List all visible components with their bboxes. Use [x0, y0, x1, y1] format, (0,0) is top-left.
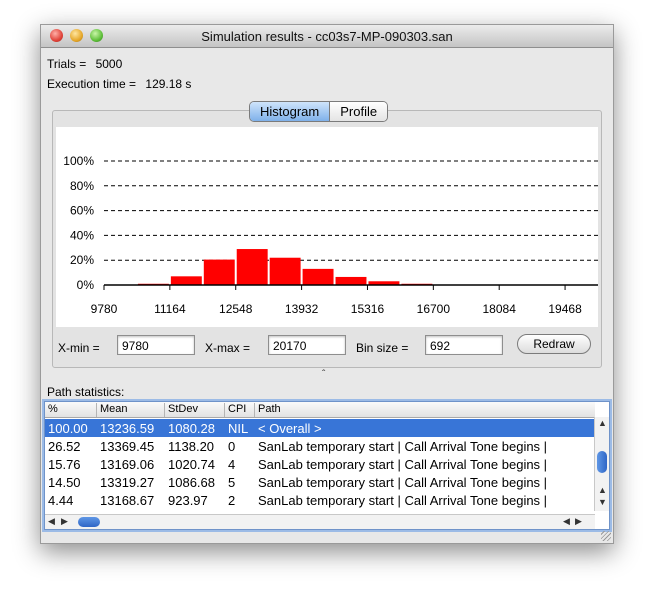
y-tick-label: 0% [77, 278, 95, 292]
cell-stdev: 923.97 [168, 493, 208, 508]
cell-mean: 13168.67 [100, 493, 155, 508]
cell-percent: 26.52 [48, 439, 81, 454]
scroll-left-icon[interactable]: ◀ [563, 516, 570, 527]
bin-size-field[interactable]: 692 [425, 335, 503, 355]
cell-cpi: 2 [228, 493, 236, 508]
cell-path: SanLab temporary start | Call Arrival To… [258, 439, 548, 454]
cell-path: SanLab temporary start | Call Arrival To… [258, 457, 548, 472]
tab-profile[interactable]: Profile [330, 102, 388, 121]
y-tick-label: 60% [70, 204, 94, 218]
cell-path: SanLab temporary start | Call Arrival To… [258, 475, 548, 490]
xmax-field[interactable]: 20170 [268, 335, 346, 355]
cell-stdev: 1086.68 [168, 475, 215, 490]
column-header-path[interactable]: Path [255, 403, 595, 417]
cell-cpi: 4 [228, 457, 236, 472]
tab-histogram[interactable]: Histogram [250, 102, 331, 121]
split-handle-icon[interactable]: ˆ [322, 369, 325, 380]
histogram-bar [203, 259, 235, 285]
window-title: Simulation results - cc03s7-MP-090303.sa… [201, 29, 453, 44]
scroll-up-icon[interactable]: ▲ [598, 485, 607, 495]
simulation-results-window: Simulation results - cc03s7-MP-090303.sa… [40, 24, 614, 544]
cell-percent: 100.00 [48, 421, 88, 436]
table-row[interactable]: 4.44 13168.67 923.97 2 SanLab temporary … [45, 491, 595, 509]
table-row[interactable]: 26.52 13369.45 1138.20 0 SanLab temporar… [45, 437, 595, 455]
table-row[interactable]: 100.00 13236.59 1080.28 NIL < Overall > [45, 419, 595, 437]
cell-stdev: 1138.20 [168, 439, 215, 454]
y-tick-label: 80% [70, 179, 94, 193]
cell-cpi: NIL [228, 421, 249, 436]
execution-time-line: Execution time = 129.18 s [47, 77, 191, 91]
x-tick-label: 18084 [483, 302, 517, 316]
scroll-down-icon[interactable]: ▼ [598, 497, 607, 507]
execution-time-label: Execution time = [47, 77, 137, 91]
cell-cpi: 0 [228, 439, 236, 454]
column-header-percent[interactable]: % [45, 403, 97, 417]
chart-panel: 0% 20% 40% 60% 80% 100% 9780 11164 12548 13932 153… [52, 110, 602, 368]
xmax-label: X-max = [205, 341, 251, 355]
column-header-stdev[interactable]: StDev [165, 403, 225, 417]
cell-percent: 15.76 [48, 457, 81, 472]
scroll-left-icon[interactable]: ◀ [48, 516, 55, 527]
cell-mean: 13169.06 [100, 457, 155, 472]
horizontal-scrollbar[interactable]: ◀ ▶ ◀ ▶ [45, 514, 595, 529]
cell-stdev: 1080.28 [168, 421, 215, 436]
histogram-svg: 0% 20% 40% 60% 80% 100% 9780 11164 12548 13932 153… [63, 154, 598, 316]
path-statistics-table: % Mean StDev CPI Path 100.00 13236.59 10… [42, 399, 612, 532]
x-tick-label: 12548 [219, 302, 253, 316]
execution-time-value: 129.18 s [145, 77, 192, 91]
trials-value: 5000 [95, 57, 123, 71]
histogram-bar [170, 276, 202, 285]
trials-label: Trials = [47, 57, 87, 71]
view-tabs: Histogram Profile [249, 101, 389, 122]
xmin-label: X-min = [58, 341, 100, 355]
horizontal-scroll-thumb[interactable] [78, 517, 100, 527]
histogram-chart: 0% 20% 40% 60% 80% 100% 9780 11164 12548 13932 153… [56, 127, 598, 327]
y-tick-label: 40% [70, 228, 94, 242]
redraw-button[interactable]: Redraw [517, 334, 591, 354]
cell-stdev: 1020.74 [168, 457, 215, 472]
x-tick-label: 16700 [417, 302, 451, 316]
histogram-bar [269, 257, 301, 285]
y-tick-label: 20% [70, 253, 94, 267]
vertical-scroll-thumb[interactable] [597, 451, 607, 473]
xmin-field[interactable]: 9780 [117, 335, 195, 355]
histogram-bar [302, 268, 334, 285]
y-tick-label: 100% [63, 154, 94, 168]
x-tick-label: 11164 [154, 302, 186, 316]
trials-line: Trials = 5000 [47, 57, 122, 71]
cell-path: SanLab temporary start | Call Arrival To… [258, 493, 548, 508]
column-header-mean[interactable]: Mean [97, 403, 165, 417]
table-row[interactable]: 14.50 13319.27 1086.68 5 SanLab temporar… [45, 473, 595, 491]
histogram-bar [236, 249, 268, 285]
x-tick-label: 15316 [351, 302, 385, 316]
scroll-up-icon[interactable]: ▲ [598, 418, 607, 428]
scroll-right-icon[interactable]: ▶ [575, 516, 582, 527]
path-statistics-label: Path statistics: [47, 385, 125, 399]
cell-percent: 4.44 [48, 493, 74, 508]
table-row[interactable]: 15.76 13169.06 1020.74 4 SanLab temporar… [45, 455, 595, 473]
vertical-scrollbar[interactable]: ▲ ▲ ▼ [594, 417, 609, 511]
scroll-right-icon[interactable]: ▶ [61, 516, 68, 527]
title-bar[interactable]: Simulation results - cc03s7-MP-090303.sa… [41, 25, 613, 48]
x-tick-label: 13932 [285, 302, 319, 316]
cell-cpi: 5 [228, 475, 236, 490]
x-tick-label: 19468 [548, 302, 582, 316]
column-header-cpi[interactable]: CPI [225, 403, 255, 417]
resize-grip-icon[interactable] [601, 531, 611, 541]
x-tick-label: 9780 [91, 302, 118, 316]
cell-percent: 14.50 [48, 475, 81, 490]
bin-size-label: Bin size = [356, 341, 409, 355]
cell-mean: 13319.27 [100, 475, 155, 490]
cell-mean: 13369.45 [100, 439, 155, 454]
histogram-bar [335, 276, 367, 285]
cell-mean: 13236.59 [100, 421, 155, 436]
table-header: % Mean StDev CPI Path [45, 402, 595, 418]
cell-path: < Overall > [258, 421, 322, 436]
